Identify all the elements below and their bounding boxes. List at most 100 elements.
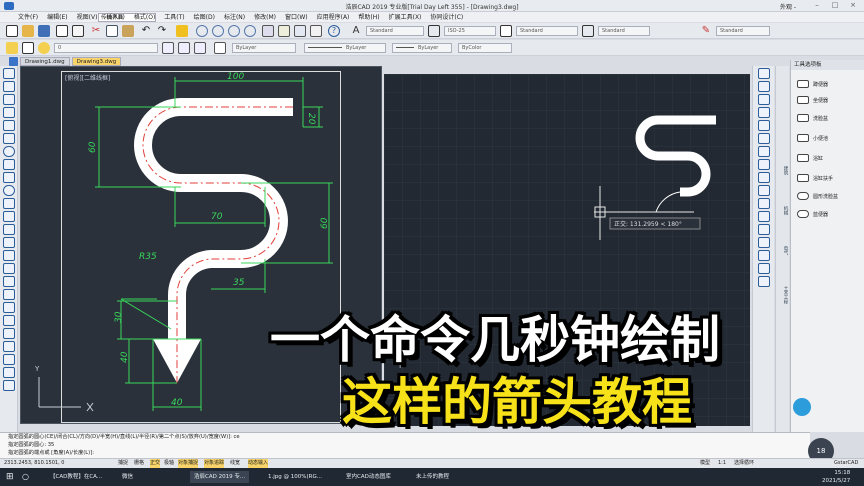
- copy-object-icon[interactable]: [758, 81, 770, 92]
- zoom-window-icon[interactable]: [228, 25, 240, 37]
- explode-icon[interactable]: [758, 276, 770, 287]
- calculator-icon[interactable]: [310, 25, 322, 37]
- palette-item[interactable]: 洗脸盆: [797, 112, 828, 124]
- offset-icon[interactable]: [758, 107, 770, 118]
- search-icon[interactable]: ○: [22, 471, 36, 483]
- menu-format[interactable]: 格式(O): [134, 12, 155, 22]
- menu-browser-icon[interactable]: [9, 57, 18, 66]
- menu-collab[interactable]: 协同设计(C): [430, 12, 463, 22]
- menu-express[interactable]: 扩展工具(X): [389, 12, 422, 22]
- taskbar-item-active[interactable]: 浩辰CAD 2019 专...: [190, 471, 250, 483]
- match-properties-icon[interactable]: [176, 25, 188, 37]
- region-icon[interactable]: [3, 276, 15, 287]
- text-style-select[interactable]: Standard: [366, 26, 424, 36]
- new-file-icon[interactable]: [6, 25, 18, 37]
- polygon-icon[interactable]: [3, 107, 15, 118]
- menu-window[interactable]: 窗口(W): [285, 12, 308, 22]
- fillet-icon[interactable]: [758, 263, 770, 274]
- print-icon[interactable]: [56, 25, 68, 37]
- zoom-previous-icon[interactable]: [244, 25, 256, 37]
- copy-icon[interactable]: [106, 25, 118, 37]
- divide-icon[interactable]: [3, 380, 15, 391]
- snap-toggle[interactable]: 捕捉: [118, 459, 128, 468]
- close-icon[interactable]: ×: [844, 1, 862, 11]
- dim-style-select[interactable]: ISO-25: [444, 26, 496, 36]
- tool-palette-icon[interactable]: [294, 25, 306, 37]
- model-tab[interactable]: 模型: [700, 459, 710, 468]
- mleader-style-select-2[interactable]: Standard: [716, 26, 770, 36]
- appearance-menu[interactable]: 外观 -: [780, 2, 796, 11]
- insert-block-icon[interactable]: [3, 211, 15, 222]
- menu-dimension[interactable]: 标注(N): [224, 12, 245, 22]
- ellipse-arc-icon[interactable]: [3, 198, 15, 209]
- menu-apps[interactable]: 应用程序(A): [317, 12, 350, 22]
- palette-item[interactable]: 蓝便器: [797, 208, 828, 220]
- text-style-icon[interactable]: A: [350, 25, 362, 37]
- zoom-realtime-icon[interactable]: [212, 25, 224, 37]
- menu-edit[interactable]: 编辑(E): [47, 12, 67, 22]
- design-center-icon[interactable]: [278, 25, 290, 37]
- tab-drawing3[interactable]: Drawing3.dwg: [71, 57, 122, 66]
- line-icon[interactable]: [3, 68, 15, 79]
- ortho-toggle[interactable]: 正交: [150, 459, 161, 468]
- palette-item[interactable]: 浴缸扶手: [797, 172, 833, 184]
- save-icon[interactable]: [38, 25, 50, 37]
- scale-icon[interactable]: [758, 172, 770, 183]
- properties-icon[interactable]: [262, 25, 274, 37]
- menu-modify[interactable]: 修改(M): [254, 12, 276, 22]
- undo-icon[interactable]: ↶: [140, 25, 152, 37]
- multiline-text-icon[interactable]: [3, 302, 15, 313]
- command-line[interactable]: 指定圆弧的圆心(CE)/闭合(CL)/方向(D)/半宽(H)/直线(L)/半径(…: [0, 432, 810, 458]
- layer-isolate-icon[interactable]: [194, 42, 206, 54]
- palette-tab-mechanical[interactable]: 机械: [778, 206, 788, 215]
- color-select[interactable]: ByLayer: [232, 43, 296, 53]
- osnap-toggle[interactable]: 对象捕捉: [178, 459, 199, 468]
- construction-line-icon[interactable]: [3, 81, 15, 92]
- polyline-icon[interactable]: [3, 94, 15, 105]
- palette-item[interactable]: 坐便器: [797, 94, 828, 106]
- lineweight-select[interactable]: ByLayer: [392, 43, 452, 53]
- layer-previous-icon[interactable]: [178, 42, 190, 54]
- palette-item[interactable]: 圆形洗脸盆: [797, 190, 838, 202]
- menu-tools[interactable]: 工具(T): [164, 12, 184, 22]
- palette-item[interactable]: 小便池: [797, 132, 828, 144]
- make-block-icon[interactable]: [3, 224, 15, 235]
- maximize-icon[interactable]: □: [826, 1, 844, 11]
- tab-drawing1[interactable]: Drawing1.dwg: [20, 57, 70, 66]
- paste-icon[interactable]: [122, 25, 134, 37]
- make-current-layer-icon[interactable]: [162, 42, 174, 54]
- plot-style-select[interactable]: ByColor: [458, 43, 512, 53]
- ellipse-icon[interactable]: [3, 185, 15, 196]
- table-icon[interactable]: [3, 289, 15, 300]
- menu-draw[interactable]: 绘图(D): [194, 12, 215, 22]
- pen-icon[interactable]: ✎: [700, 25, 712, 37]
- multileader-style-select[interactable]: Standard: [598, 26, 650, 36]
- layer-manager-icon[interactable]: [6, 42, 18, 54]
- trim-icon[interactable]: [758, 198, 770, 209]
- taskbar-item[interactable]: 室内CAD动态图库: [346, 471, 391, 483]
- donut-icon[interactable]: [3, 341, 15, 352]
- erase-icon[interactable]: [758, 68, 770, 79]
- palette-tab-architecture[interactable]: 建筑: [778, 166, 788, 175]
- palette-item[interactable]: 蹲便器: [797, 78, 828, 90]
- polar-toggle[interactable]: 极轴: [164, 459, 174, 468]
- linetype-select[interactable]: ByLayer: [304, 43, 386, 53]
- layer-select[interactable]: 0: [54, 43, 158, 53]
- color-swatch-icon[interactable]: [214, 42, 226, 54]
- chamfer-icon[interactable]: [758, 250, 770, 261]
- circle-icon[interactable]: [3, 146, 15, 157]
- selection-cycling[interactable]: 选择循环: [734, 459, 754, 468]
- dim-style-icon[interactable]: [428, 25, 440, 37]
- taskbar-item[interactable]: 未上传的教程: [416, 471, 449, 483]
- mirror-icon[interactable]: [758, 94, 770, 105]
- grid-toggle[interactable]: 栅格: [134, 459, 144, 468]
- layer-state-icon[interactable]: [22, 42, 34, 54]
- point-icon[interactable]: [3, 237, 15, 248]
- start-icon[interactable]: ⊞: [6, 471, 14, 483]
- table-style-icon[interactable]: [500, 25, 512, 37]
- join-icon[interactable]: [758, 237, 770, 248]
- spline-icon[interactable]: [3, 172, 15, 183]
- stretch-icon[interactable]: [758, 185, 770, 196]
- measure-icon[interactable]: [3, 367, 15, 378]
- arc-icon[interactable]: [3, 133, 15, 144]
